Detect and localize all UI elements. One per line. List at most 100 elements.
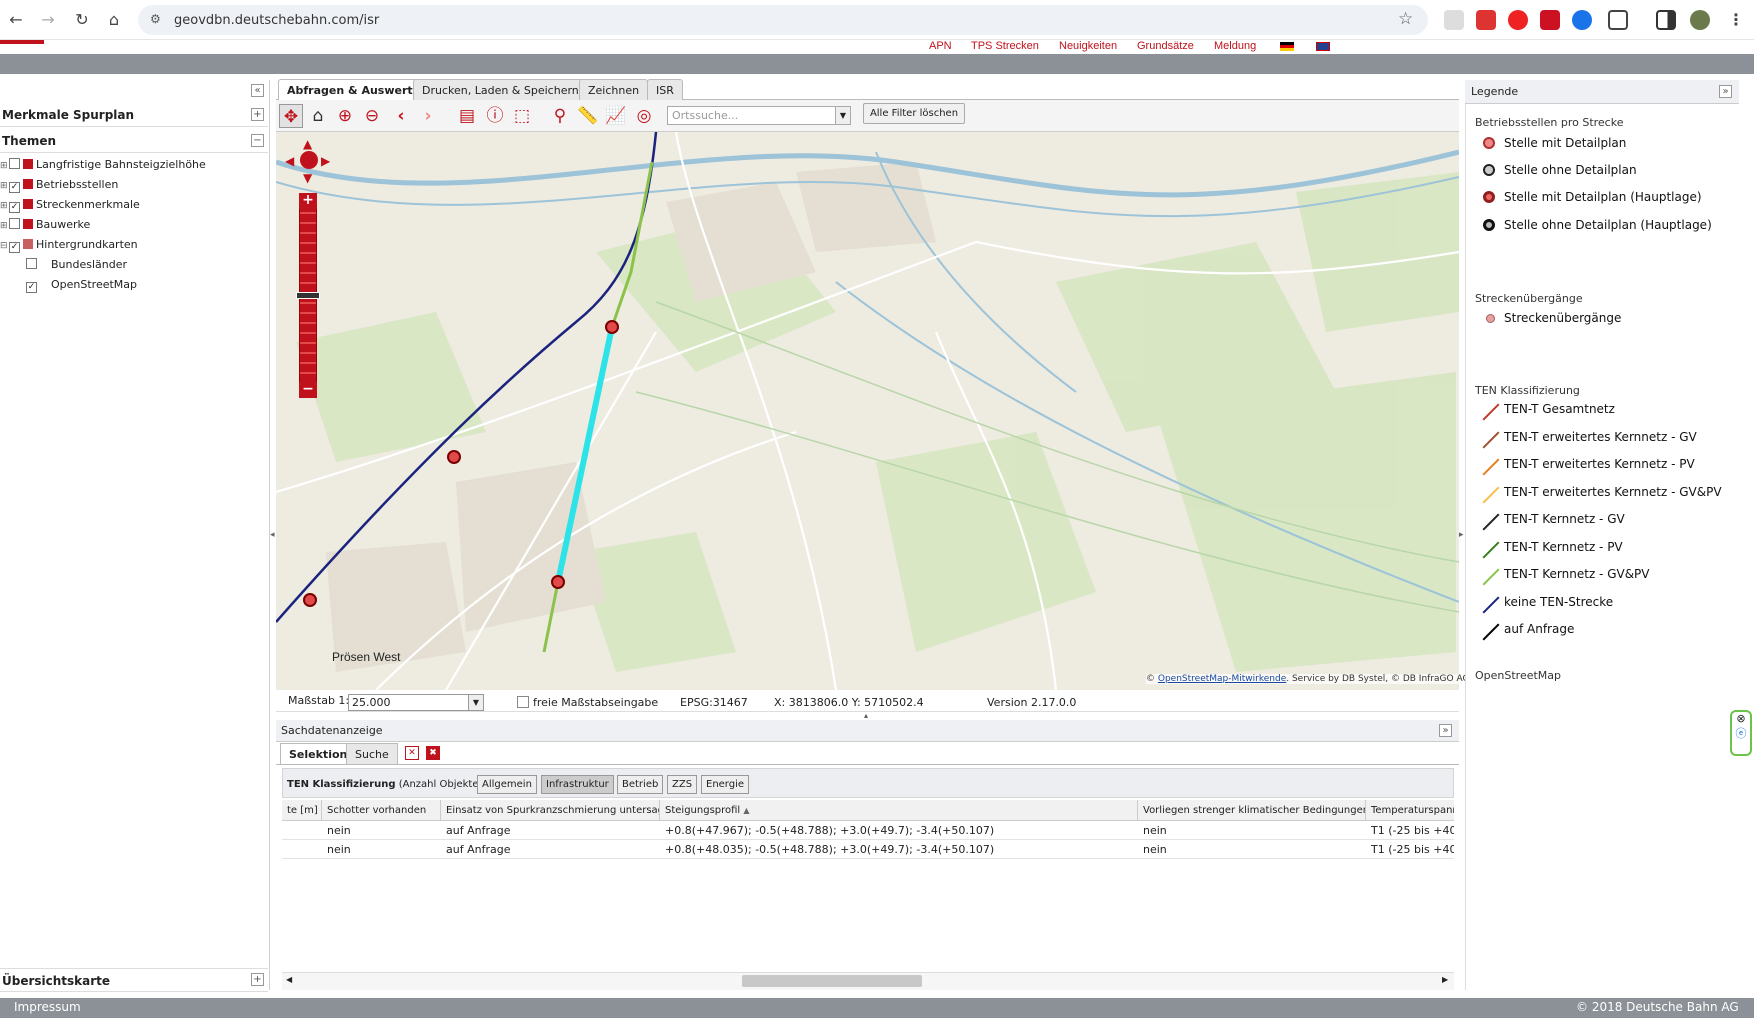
reload-icon[interactable]: ↻ — [70, 8, 94, 32]
collapse-themen-icon[interactable]: − — [251, 134, 264, 147]
extension-icon[interactable] — [1572, 10, 1592, 30]
extensions-puzzle-icon[interactable] — [1608, 10, 1628, 30]
back-icon[interactable]: ← — [4, 8, 28, 32]
layer-item[interactable]: ⊟ ✓ Hintergrundkarten — [0, 236, 138, 254]
map-canvas[interactable] — [276, 132, 1459, 690]
site-info-icon[interactable]: ⚙ — [150, 12, 161, 26]
tab-isr[interactable]: ISR — [647, 79, 683, 100]
pan-down-icon[interactable]: ▼ — [303, 171, 312, 185]
tab-drucken[interactable]: Drucken, Laden & Speichern — [413, 79, 588, 100]
splitter-handle[interactable]: ▴ — [864, 711, 868, 720]
chevron-down-icon[interactable]: ▼ — [835, 107, 850, 124]
subtab-energie[interactable]: Energie — [701, 775, 750, 794]
collapse-handle-left[interactable]: ◂ — [270, 530, 275, 540]
layer-checkbox[interactable]: ✓ — [9, 202, 20, 213]
column-header[interactable]: Einsatz von Spurkranzschmierung untersag… — [441, 800, 660, 821]
uebersichtskarte-header[interactable]: Übersichtskarte — [0, 968, 268, 992]
previous-extent-icon[interactable]: ‹ — [389, 104, 413, 128]
osm-contributors-link[interactable]: OpenStreetMap-Mitwirkende — [1158, 674, 1286, 684]
avatar[interactable] — [1690, 10, 1710, 30]
scroll-left-icon[interactable]: ◀ — [286, 975, 292, 984]
impressum-link[interactable]: Impressum — [14, 1000, 81, 1014]
column-header[interactable]: Temperaturspann — [1366, 800, 1454, 821]
next-extent-icon[interactable]: › — [416, 104, 440, 128]
place-search-input[interactable]: Ortssuche... — [667, 106, 851, 125]
pan-icon[interactable]: ✥ — [279, 104, 303, 128]
layer-checkbox[interactable] — [9, 158, 20, 169]
measure-icon[interactable]: 📏 — [576, 104, 600, 128]
link-tps-strecken[interactable]: TPS Strecken — [971, 40, 1039, 52]
zoom-handle[interactable] — [296, 292, 320, 299]
expand-merkmale-icon[interactable]: + — [251, 108, 264, 121]
column-header[interactable]: te [m] — [282, 800, 322, 821]
column-header[interactable]: Schotter vorhanden — [322, 800, 441, 821]
pan-left-icon[interactable]: ◀ — [285, 154, 294, 168]
layer-checkbox[interactable] — [9, 218, 20, 229]
comment-icon[interactable]: ▤ — [455, 104, 479, 128]
target-icon[interactable]: ◎ — [632, 104, 656, 128]
globe-icon[interactable] — [300, 151, 318, 169]
extension-icon[interactable] — [1444, 10, 1464, 30]
subtab-betrieb[interactable]: Betrieb — [617, 775, 664, 794]
location-pin-icon[interactable]: ⚲ — [548, 104, 572, 128]
zoom-in-icon[interactable]: ⊕ — [333, 104, 357, 128]
pan-control[interactable]: ▲ ◀ ▶ ▼ — [285, 137, 335, 187]
forward-icon[interactable]: → — [36, 8, 60, 32]
tab-selektion[interactable]: Selektion — [280, 743, 357, 764]
table-row[interactable]: nein auf Anfrage +0.8(+47.967); -0.5(+48… — [282, 821, 1454, 840]
german-flag-icon[interactable] — [1280, 42, 1294, 51]
subtab-infrastruktur[interactable]: Infrastruktur — [541, 775, 614, 794]
zoom-plus-icon[interactable]: + — [299, 193, 317, 209]
tab-suche[interactable]: Suche — [346, 743, 398, 764]
table-row[interactable]: nein auf Anfrage +0.8(+48.035); -0.5(+48… — [282, 840, 1454, 859]
menu-dots-icon[interactable]: ⋮ — [1724, 8, 1748, 32]
scrollbar-thumb[interactable] — [742, 975, 922, 987]
select-area-icon[interactable]: ⬚ — [510, 104, 534, 128]
pan-right-icon[interactable]: ▶ — [321, 154, 330, 168]
layer-checkbox[interactable]: ✓ — [9, 242, 20, 253]
link-neuigkeiten[interactable]: Neuigkeiten — [1059, 40, 1117, 52]
layer-item[interactable]: ⊞ ✓ Betriebsstellen — [0, 176, 118, 194]
collapse-handle-right[interactable]: ▸ — [1459, 530, 1464, 540]
column-header-sorted[interactable]: Steigungsprofil ▲ — [660, 800, 1138, 821]
trash-icon[interactable]: ✖ — [426, 746, 440, 760]
collapse-data-icon[interactable]: » — [1439, 724, 1452, 737]
subtab-zzs[interactable]: ZZS — [667, 775, 698, 794]
bookmark-star-icon[interactable]: ☆ — [1398, 9, 1413, 29]
chevron-down-icon[interactable]: ▼ — [468, 695, 483, 710]
collapse-legend-icon[interactable]: » — [1719, 85, 1732, 98]
sublayer-item[interactable]: Bundesländer — [26, 256, 127, 274]
themen-header[interactable]: Themen — [0, 129, 268, 153]
info-icon[interactable]: ⓘ — [483, 104, 507, 128]
uk-flag-icon[interactable] — [1316, 42, 1330, 51]
tab-zeichnen[interactable]: Zeichnen — [579, 79, 649, 100]
extension-icon[interactable] — [1540, 10, 1560, 30]
pan-up-icon[interactable]: ▲ — [303, 137, 312, 151]
side-panel-icon[interactable] — [1656, 10, 1676, 30]
expand-uebersicht-icon[interactable]: + — [251, 973, 264, 986]
scroll-right-icon[interactable]: ▶ — [1442, 975, 1448, 984]
home-extent-icon[interactable]: ⌂ — [306, 104, 330, 128]
layer-item[interactable]: ⊞ Langfristige Bahnsteigzielhöhe — [0, 156, 206, 174]
zoom-minus-icon[interactable]: − — [299, 382, 317, 398]
layer-item[interactable]: ⊞ Bauwerke — [0, 216, 90, 234]
zoom-out-icon[interactable]: ⊖ — [360, 104, 384, 128]
free-scale-checkbox[interactable] — [517, 696, 529, 708]
subtab-allgemein[interactable]: Allgemein — [477, 775, 537, 794]
sublayer-item[interactable]: ✓ OpenStreetMap — [26, 276, 137, 294]
extension-icon[interactable] — [1508, 10, 1528, 30]
merkmale-spurplan-header[interactable]: Merkmale Spurplan — [0, 103, 268, 127]
clear-filters-button[interactable]: Alle Filter löschen — [863, 103, 965, 124]
layer-checkbox[interactable]: ✓ — [26, 282, 37, 293]
extension-icon[interactable] — [1476, 10, 1496, 30]
column-header[interactable]: Vorliegen strenger klimatischer Bedingun… — [1138, 800, 1366, 821]
link-apn[interactable]: APN — [929, 40, 952, 52]
side-widget[interactable]: ⊗ ⓔ — [1730, 710, 1752, 756]
layer-item[interactable]: ⊞ ✓ Streckenmerkmale — [0, 196, 140, 214]
layer-checkbox[interactable]: ✓ — [9, 182, 20, 193]
collapse-left-icon[interactable]: « — [251, 84, 264, 97]
home-icon[interactable]: ⌂ — [102, 8, 126, 32]
close-icon[interactable]: ⊗ — [1732, 712, 1750, 725]
profile-icon[interactable]: 📈 — [604, 104, 628, 128]
scale-select[interactable]: 25.000 — [348, 694, 484, 711]
